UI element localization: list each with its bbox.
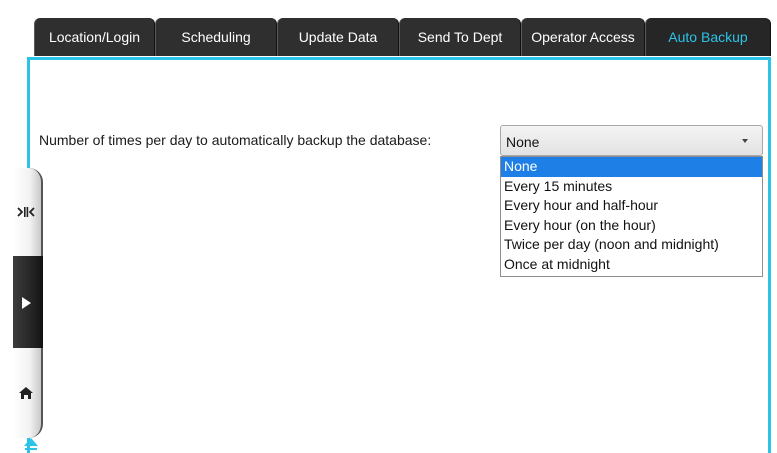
play-icon[interactable] (13, 296, 39, 310)
select-current-value: None (506, 134, 540, 150)
tab-update-data[interactable]: Update Data (277, 18, 399, 56)
option-every-15-minutes[interactable]: Every 15 minutes (501, 177, 762, 197)
tab-bar: Location/Login Scheduling Update Data Se… (34, 18, 771, 56)
tab-send-to-dept[interactable]: Send To Dept (399, 18, 521, 56)
side-nav (13, 168, 43, 438)
tab-operator-access[interactable]: Operator Access (521, 18, 645, 56)
tab-location-login[interactable]: Location/Login (34, 18, 155, 56)
option-every-hour[interactable]: Every hour (on the hour) (501, 216, 762, 236)
collapse-arrows-icon[interactable] (13, 206, 39, 218)
option-none[interactable]: None (501, 157, 762, 177)
option-once-at-midnight[interactable]: Once at midnight (501, 255, 762, 275)
option-every-hour-and-half-hour[interactable]: Every hour and half-hour (501, 196, 762, 216)
option-twice-per-day[interactable]: Twice per day (noon and midnight) (501, 235, 762, 255)
tab-auto-backup[interactable]: Auto Backup (645, 18, 771, 56)
chevron-down-icon (742, 139, 748, 143)
app-window: Location/Login Scheduling Update Data Se… (0, 0, 777, 453)
backup-frequency-label: Number of times per day to automatically… (39, 132, 432, 148)
scroll-up-icon[interactable] (22, 436, 40, 453)
tab-scheduling[interactable]: Scheduling (155, 18, 277, 56)
home-icon[interactable] (13, 386, 39, 400)
backup-frequency-dropdown: None Every 15 minutes Every hour and hal… (500, 156, 763, 277)
backup-frequency-select[interactable]: None (500, 125, 763, 156)
